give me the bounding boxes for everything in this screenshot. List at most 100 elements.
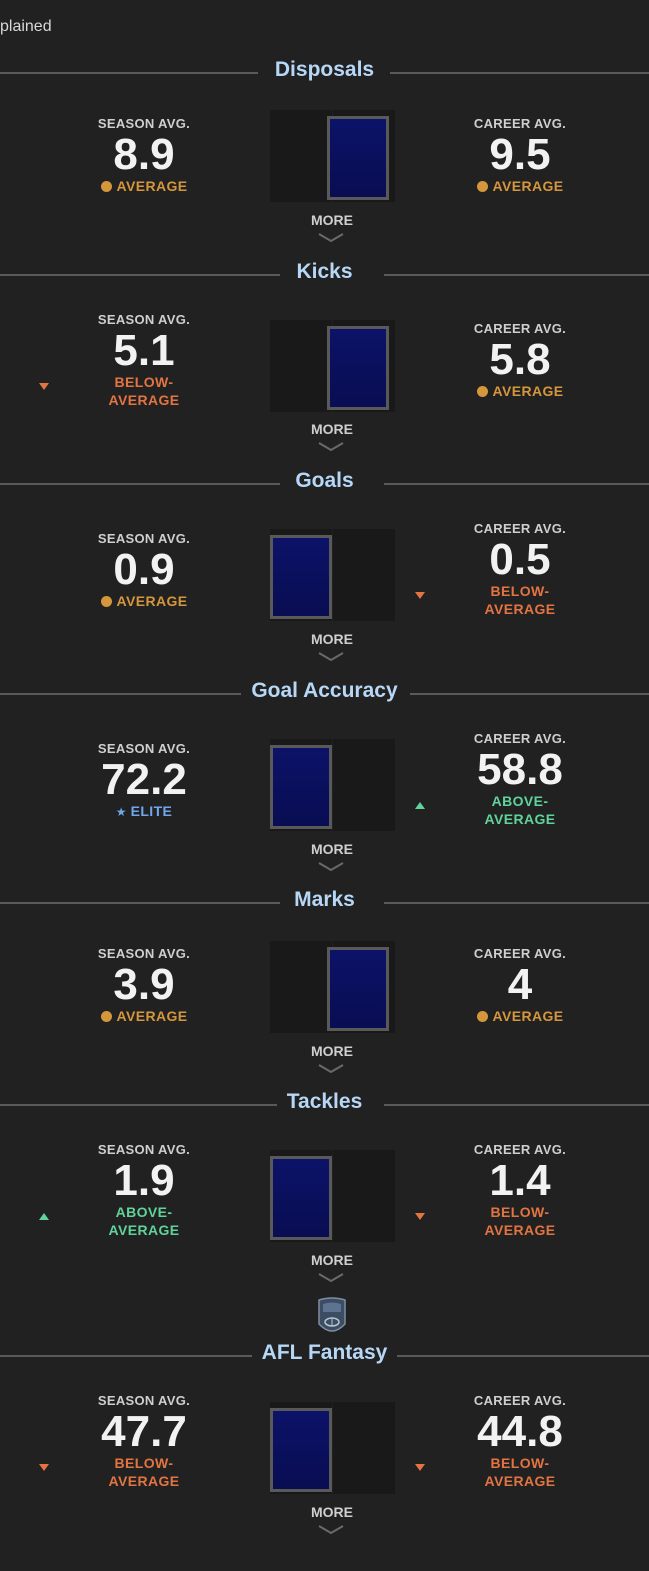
career-avg-value: 58.8 [477, 745, 563, 794]
career-avg-value: 4 [507, 960, 533, 1009]
more-button[interactable]: MORE [282, 421, 382, 437]
rating-text: BELOW- AVERAGE [484, 1204, 556, 1238]
career-rating: BELOW- AVERAGE [415, 1454, 585, 1490]
chevron-down-icon[interactable] [316, 861, 346, 873]
career-rating: AVERAGE [455, 382, 585, 400]
season-avg-value: 1.9 [113, 1156, 175, 1205]
chevron-down-icon[interactable] [316, 441, 346, 453]
season-avg-value: 0.9 [113, 545, 175, 594]
page-heading-fragment: plained [0, 18, 52, 35]
rating-text: AVERAGE [492, 383, 564, 399]
section-title: Disposals [0, 58, 649, 82]
more-button[interactable]: MORE [282, 631, 382, 647]
career-avg-value: 5.8 [489, 335, 551, 384]
meter-highlight-box [270, 1156, 332, 1240]
section-title-text: AFL Fantasy [251, 1341, 398, 1364]
career-avg-label: CAREER AVG. [473, 1393, 567, 1408]
season-avg-label: SEASON AVG. [97, 531, 191, 546]
section-title: AFL Fantasy [0, 1341, 649, 1365]
season-rating: AVERAGE [79, 1007, 209, 1025]
meter-highlight-box [327, 947, 389, 1031]
chevron-down-icon[interactable] [316, 1524, 346, 1536]
season-avg-label: SEASON AVG. [97, 1393, 191, 1408]
section-title-text: Marks [284, 888, 365, 911]
more-button[interactable]: MORE [282, 212, 382, 228]
career-avg-label: CAREER AVG. [473, 521, 567, 536]
triangle-down-icon [415, 592, 425, 599]
afl-fantasy-shield-icon [318, 1297, 346, 1332]
comparison-meter [270, 1150, 395, 1242]
comparison-meter [270, 529, 395, 621]
season-avg-label: SEASON AVG. [97, 1142, 191, 1157]
season-avg-label: SEASON AVG. [97, 116, 191, 131]
average-dot-icon [100, 1011, 112, 1022]
comparison-meter [270, 739, 395, 831]
stats-page: plained Disposals SEASON AVG. 8.9 AVERAGE CA… [0, 0, 649, 1571]
more-button[interactable]: MORE [282, 1252, 382, 1268]
season-stat: SEASON AVG. 0.9 AVERAGE [79, 531, 209, 610]
season-rating: AVERAGE [79, 177, 209, 195]
rating-text: ABOVE- AVERAGE [484, 793, 556, 827]
career-rating: BELOW- AVERAGE [415, 1203, 585, 1239]
average-dot-icon [476, 181, 488, 192]
comparison-meter [270, 320, 395, 412]
season-stat: SEASON AVG. 5.1 BELOW- AVERAGE [39, 312, 209, 409]
season-rating: BELOW- AVERAGE [39, 373, 209, 409]
average-dot-icon [476, 386, 488, 397]
rating-text: AVERAGE [116, 1008, 188, 1024]
rating-text: AVERAGE [116, 593, 188, 609]
triangle-down-icon [39, 383, 49, 390]
chevron-down-icon[interactable] [316, 1063, 346, 1075]
career-rating: AVERAGE [455, 1007, 585, 1025]
career-stat: CAREER AVG. 0.5 BELOW- AVERAGE [415, 521, 585, 618]
career-stat: CAREER AVG. 4 AVERAGE [455, 946, 585, 1025]
star-icon: ★ [115, 805, 131, 819]
career-rating: AVERAGE [455, 177, 585, 195]
section-title-text: Disposals [264, 58, 385, 81]
season-avg-value: 72.2 [101, 755, 187, 804]
meter-bg-left [270, 320, 332, 412]
career-avg-value: 0.5 [489, 535, 551, 584]
meter-highlight-box [327, 326, 389, 410]
section-header: Tackles [0, 1090, 649, 1120]
career-stat: CAREER AVG. 5.8 AVERAGE [455, 321, 585, 400]
chevron-down-icon[interactable] [316, 232, 346, 244]
rating-text: ABOVE- AVERAGE [108, 1204, 180, 1238]
career-avg-label: CAREER AVG. [473, 946, 567, 961]
rating-text: BELOW- AVERAGE [484, 583, 556, 617]
more-button[interactable]: MORE [282, 841, 382, 857]
rating-text: AVERAGE [492, 1008, 564, 1024]
triangle-down-icon [415, 1464, 425, 1471]
season-avg-value: 47.7 [101, 1407, 187, 1456]
season-avg-label: SEASON AVG. [97, 741, 191, 756]
season-avg-value: 3.9 [113, 960, 175, 1009]
section-header: Goals [0, 469, 649, 499]
section-title-text: Kicks [286, 260, 363, 283]
career-avg-value: 44.8 [477, 1407, 563, 1456]
chevron-down-icon[interactable] [316, 1272, 346, 1284]
triangle-down-icon [415, 1213, 425, 1220]
season-avg-label: SEASON AVG. [97, 312, 191, 327]
season-rating: ABOVE- AVERAGE [39, 1203, 209, 1239]
section-title-text: Goal Accuracy [241, 679, 408, 702]
meter-highlight-box [270, 1408, 332, 1492]
section-title: Marks [0, 888, 649, 912]
meter-bg-left [270, 941, 332, 1033]
triangle-up-icon [415, 802, 425, 809]
chevron-down-icon[interactable] [316, 651, 346, 663]
more-button[interactable]: MORE [282, 1504, 382, 1520]
section-title-text: Goals [285, 469, 364, 492]
rating-text: BELOW- AVERAGE [108, 374, 180, 408]
career-stat: CAREER AVG. 9.5 AVERAGE [455, 116, 585, 195]
career-avg-value: 9.5 [489, 130, 551, 179]
career-avg-label: CAREER AVG. [473, 116, 567, 131]
career-rating: ABOVE- AVERAGE [415, 792, 585, 828]
career-stat: CAREER AVG. 58.8 ABOVE- AVERAGE [415, 731, 585, 828]
comparison-meter [270, 941, 395, 1033]
section-title: Goal Accuracy [0, 679, 649, 703]
meter-bg-right [333, 529, 395, 621]
rating-text: BELOW- AVERAGE [108, 1455, 180, 1489]
more-button[interactable]: MORE [282, 1043, 382, 1059]
rating-text: ELITE [130, 803, 173, 819]
career-stat: CAREER AVG. 44.8 BELOW- AVERAGE [415, 1393, 585, 1490]
